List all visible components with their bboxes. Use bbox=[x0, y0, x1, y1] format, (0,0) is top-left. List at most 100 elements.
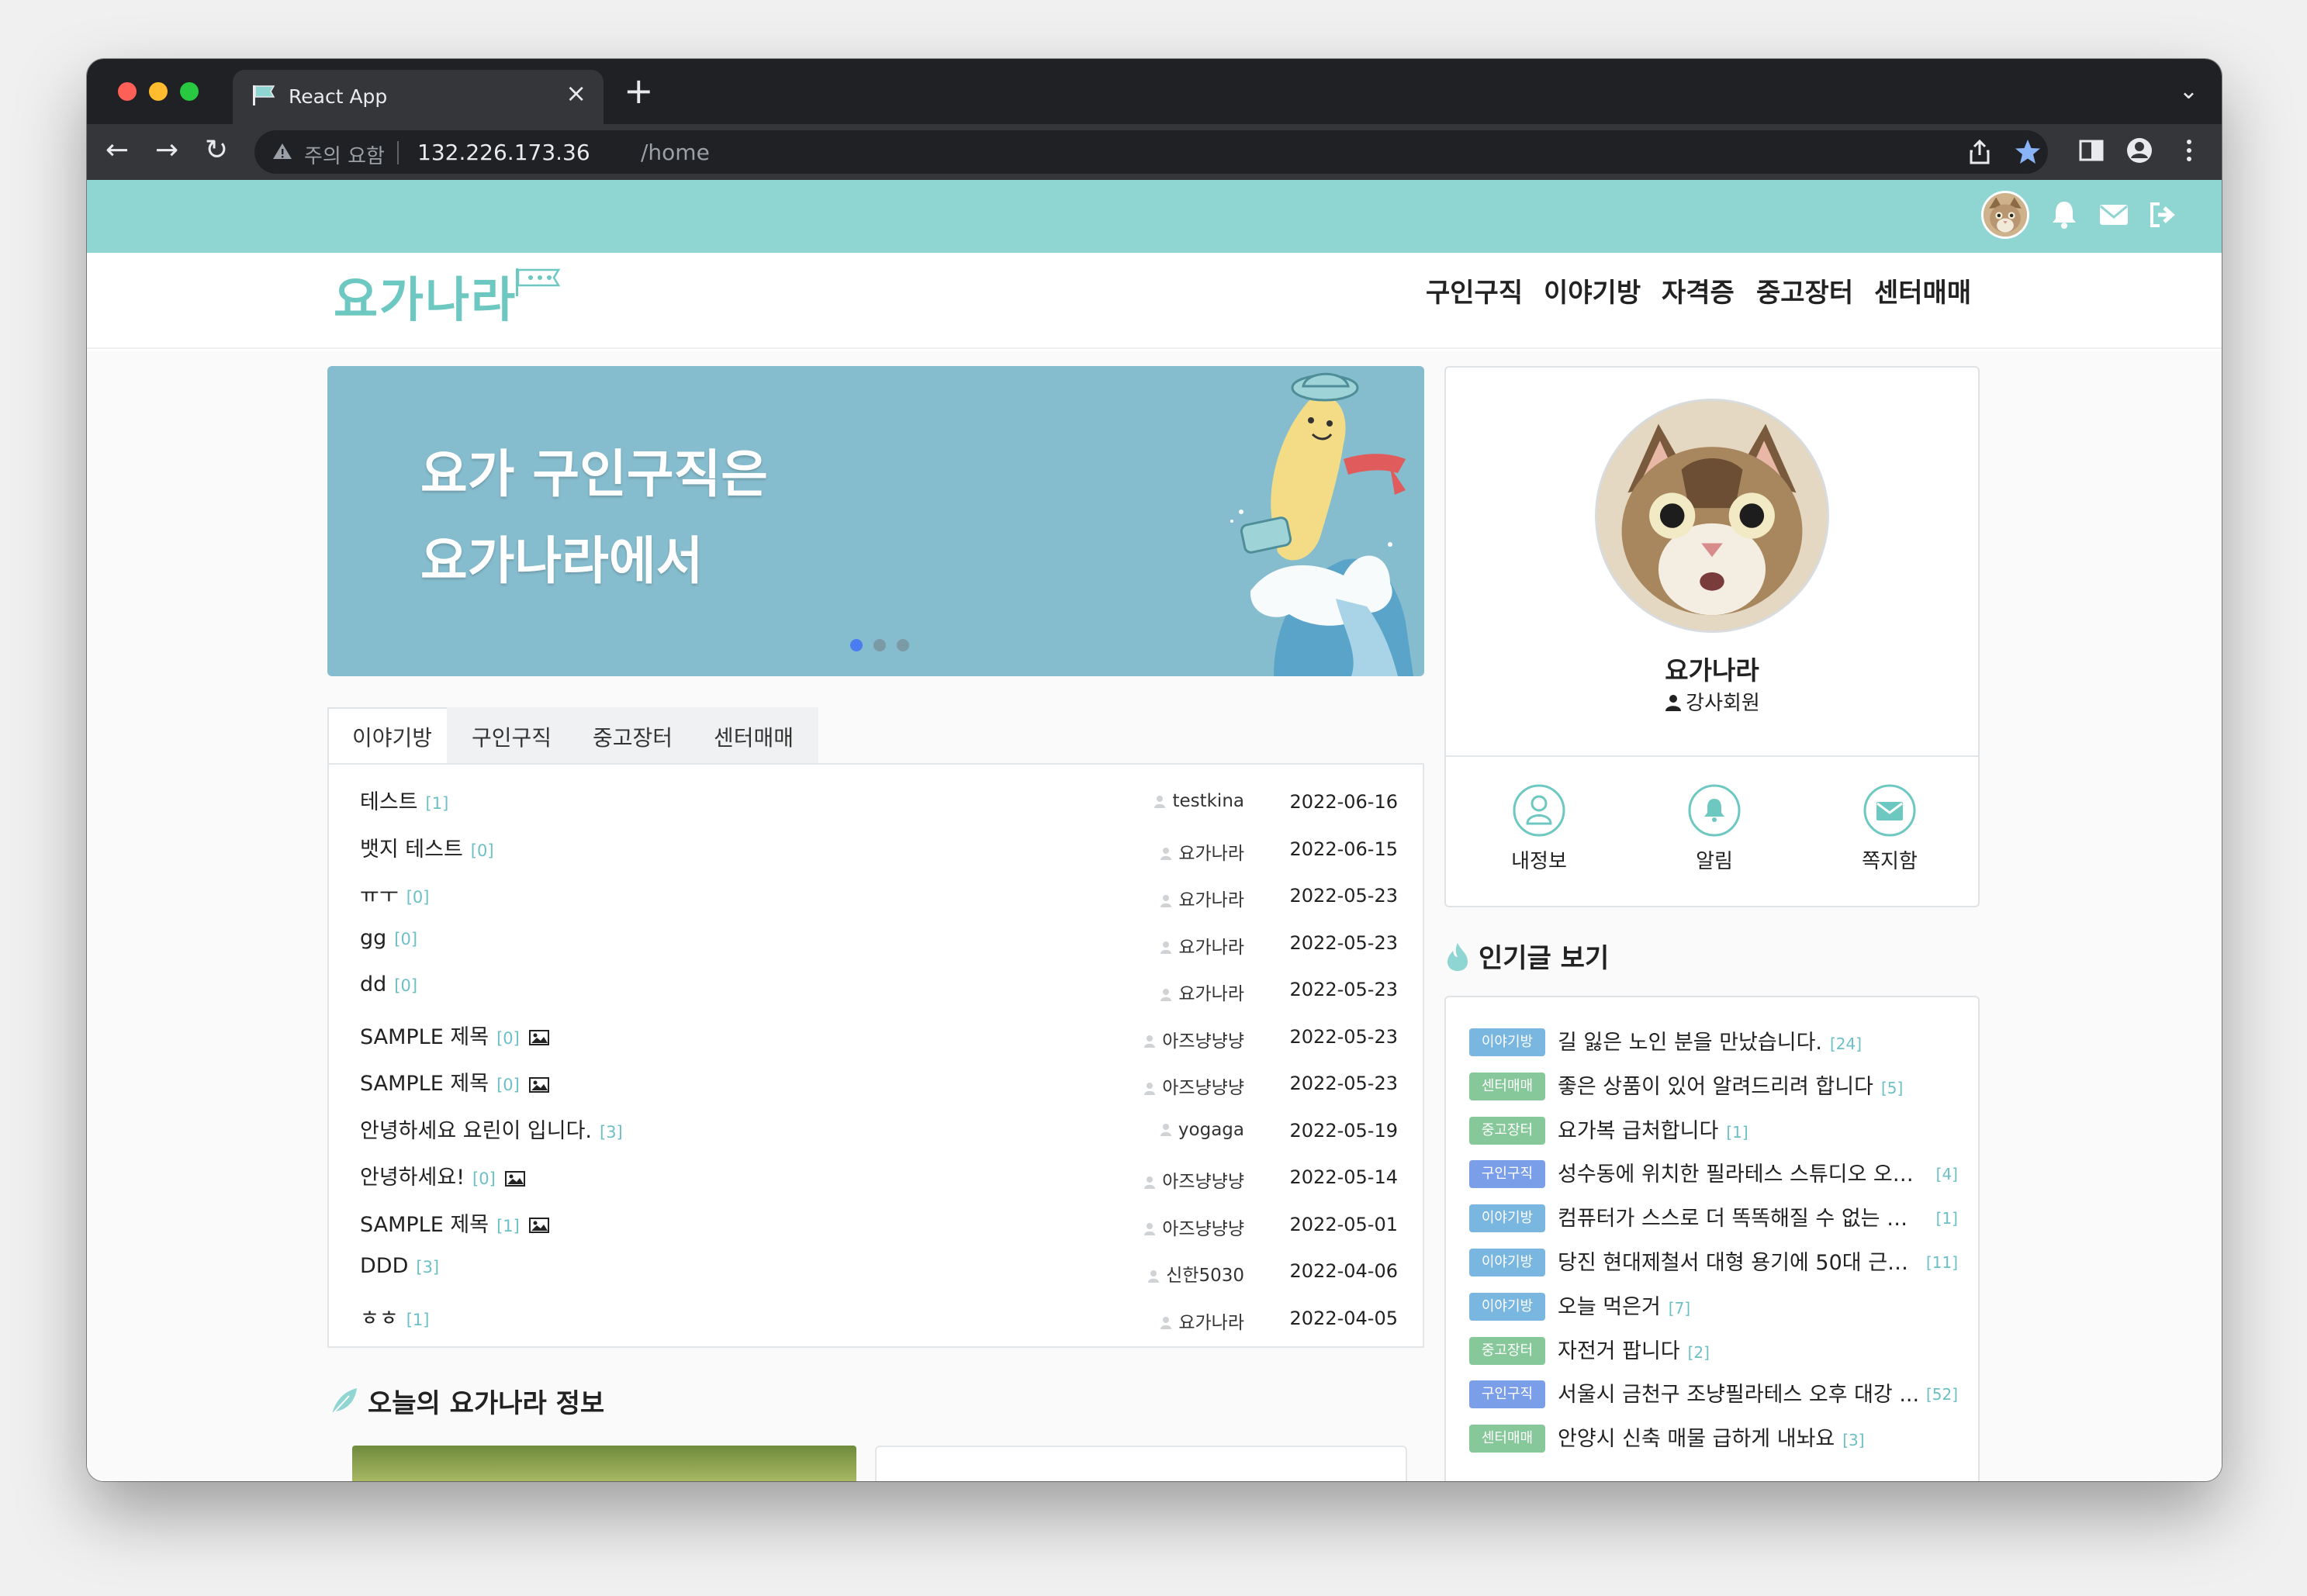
browser-tab[interactable]: React App × bbox=[233, 70, 604, 124]
tab-story-room[interactable]: 이야기방 bbox=[327, 707, 458, 766]
board-post-row[interactable]: SAMPLE 제목 [0] 아즈냥냥냥 2022-05-23 bbox=[360, 1014, 1398, 1059]
post-author[interactable]: 요가나라 bbox=[1043, 838, 1244, 865]
post-author-name[interactable]: 요가나라 bbox=[1178, 1313, 1244, 1333]
side-panel-icon[interactable] bbox=[2076, 135, 2107, 166]
post-title-text[interactable]: DDD bbox=[360, 1254, 408, 1278]
popular-post-title-text[interactable]: 컴퓨터가 스스로 더 똑똑해질 수 없는 이유... bbox=[1558, 1207, 1922, 1231]
profile-icon[interactable] bbox=[2124, 135, 2155, 166]
forward-button[interactable]: → bbox=[155, 132, 178, 169]
post-title[interactable]: ㅠㅜ [0] bbox=[360, 879, 429, 909]
post-author-name[interactable]: 아즈냥냥냥 bbox=[1162, 1172, 1244, 1192]
board-post-row[interactable]: dd [0] 요가나라 2022-05-23 bbox=[360, 966, 1398, 1011]
board-post-row[interactable]: SAMPLE 제목 [0] 아즈냥냥냥 2022-05-23 bbox=[360, 1060, 1398, 1105]
post-author[interactable]: testkina bbox=[1043, 791, 1244, 811]
popular-post-title-text[interactable]: 좋은 상품이 있어 알려드리려 합니다 bbox=[1558, 1075, 1873, 1099]
popular-post-title-text[interactable]: 안양시 신축 매물 급하게 내놔요 bbox=[1558, 1427, 1835, 1451]
popular-post-row[interactable]: 이야기방 당진 현대제철서 대형 용기에 50대 근로... [11] bbox=[1469, 1239, 1958, 1283]
post-title-text[interactable]: ㅠㅜ bbox=[360, 884, 399, 908]
popular-post-row[interactable]: 센터매매 좋은 상품이 있어 알려드리려 합니다 [5] bbox=[1469, 1063, 1958, 1107]
popular-post-title[interactable]: 오늘 먹은거 [7] bbox=[1558, 1290, 1690, 1320]
popular-post-title-text[interactable]: 길 잃은 노인 분을 만났습니다. bbox=[1558, 1031, 1822, 1055]
board-post-row[interactable]: DDD [3] 신한5030 2022-04-06 bbox=[360, 1248, 1398, 1293]
nav-story-room[interactable]: 이야기방 bbox=[1544, 271, 1641, 309]
new-tab-button[interactable]: + bbox=[624, 73, 654, 109]
post-title[interactable]: SAMPLE 제목 [0] bbox=[360, 1020, 549, 1050]
tab-close-button[interactable]: × bbox=[566, 81, 586, 105]
popular-post-row[interactable]: 중고장터 자전거 팝니다 [2] bbox=[1469, 1328, 1958, 1371]
carousel-dot-1[interactable] bbox=[850, 639, 863, 651]
tab-search-button[interactable]: ⌄ bbox=[2179, 78, 2198, 105]
post-title-text[interactable]: SAMPLE 제목 bbox=[360, 1025, 489, 1049]
post-title[interactable]: SAMPLE 제목 [0] bbox=[360, 1066, 549, 1097]
post-author[interactable]: 요가나라 bbox=[1043, 1308, 1244, 1334]
post-author-name[interactable]: 요가나라 bbox=[1178, 890, 1244, 910]
today-info-card[interactable] bbox=[875, 1446, 1407, 1481]
post-author-name[interactable]: yogaga bbox=[1178, 1120, 1244, 1140]
close-window-button[interactable] bbox=[118, 82, 137, 101]
popular-post-title[interactable]: 길 잃은 노인 분을 만났습니다. [24] bbox=[1558, 1025, 1862, 1055]
tab-jobs[interactable]: 구인구직 bbox=[447, 707, 577, 766]
board-post-row[interactable]: 안녕하세요! [0] 아즈냥냥냥 2022-05-14 bbox=[360, 1154, 1398, 1199]
nav-center-trade[interactable]: 센터매매 bbox=[1874, 271, 1971, 309]
post-author[interactable]: 아즈냥냥냥 bbox=[1043, 1166, 1244, 1193]
my-info-button[interactable]: 내정보 bbox=[1492, 783, 1586, 876]
post-title-text[interactable]: 뱃지 테스트 bbox=[360, 838, 463, 862]
post-title-text[interactable]: ㅎㅎ bbox=[360, 1307, 399, 1331]
url-host[interactable]: 132.226.173.36 bbox=[417, 140, 590, 165]
post-title-text[interactable]: SAMPLE 제목 bbox=[360, 1072, 489, 1096]
alerts-button[interactable]: 알림 bbox=[1668, 783, 1761, 876]
post-author-name[interactable]: testkina bbox=[1172, 791, 1244, 811]
post-author[interactable]: 아즈냥냥냥 bbox=[1043, 1214, 1244, 1240]
maximize-window-button[interactable] bbox=[180, 82, 199, 101]
popular-post-title[interactable]: 당진 현대제철서 대형 용기에 50대 근로... bbox=[1558, 1245, 1922, 1276]
url-path[interactable]: /home bbox=[641, 140, 710, 165]
post-title-text[interactable]: 안녕하세요 요린이 입니다. bbox=[360, 1119, 592, 1143]
popular-post-title-text[interactable]: 성수동에 위치한 필라테스 스튜디오 오후 ... bbox=[1558, 1162, 1922, 1187]
popular-post-title[interactable]: 서울시 금천구 조냥필라테스 오후 대강 ... bbox=[1558, 1377, 1919, 1408]
board-post-row[interactable]: 테스트 [1] testkina 2022-06-16 bbox=[360, 779, 1398, 824]
carousel-dot-3[interactable] bbox=[897, 639, 909, 651]
hero-banner[interactable]: 요가 구인구직은 요가나라에서 bbox=[327, 366, 1424, 676]
logout-icon[interactable] bbox=[2146, 197, 2181, 233]
user-avatar[interactable] bbox=[1981, 191, 2029, 239]
profile-avatar[interactable] bbox=[1595, 399, 1829, 633]
carousel-dot-2[interactable] bbox=[873, 639, 886, 651]
post-author[interactable]: 아즈냥냥냥 bbox=[1043, 1073, 1244, 1099]
popular-post-title-text[interactable]: 서울시 금천구 조냥필라테스 오후 대강 ... bbox=[1558, 1383, 1919, 1407]
tab-second-hand[interactable]: 중고장터 bbox=[568, 707, 698, 766]
post-title[interactable]: DDD [3] bbox=[360, 1254, 439, 1278]
board-post-row[interactable]: ㅎㅎ [1] 요가나라 2022-04-05 bbox=[360, 1295, 1398, 1340]
popular-post-title-text[interactable]: 자전거 팝니다 bbox=[1558, 1339, 1680, 1363]
popular-post-row[interactable]: 센터매매 안양시 신축 매물 급하게 내놔요 [3] bbox=[1469, 1415, 1958, 1459]
post-author[interactable]: 아즈냥냥냥 bbox=[1043, 1026, 1244, 1052]
post-title[interactable]: 안녕하세요 요린이 입니다. [3] bbox=[360, 1114, 623, 1144]
post-title[interactable]: ㅎㅎ [1] bbox=[360, 1301, 429, 1332]
post-author[interactable]: 요가나라 bbox=[1043, 885, 1244, 911]
post-author-name[interactable]: 아즈냥냥냥 bbox=[1162, 1219, 1244, 1239]
bell-icon[interactable] bbox=[2046, 197, 2082, 233]
post-title[interactable]: dd [0] bbox=[360, 972, 417, 997]
nav-jobs[interactable]: 구인구직 bbox=[1426, 271, 1523, 309]
post-title-text[interactable]: 안녕하세요! bbox=[360, 1166, 465, 1190]
post-author[interactable]: 신한5030 bbox=[1043, 1260, 1244, 1287]
nav-certificates[interactable]: 자격증 bbox=[1662, 271, 1735, 309]
post-author-name[interactable]: 아즈냥냥냥 bbox=[1162, 1031, 1244, 1052]
popular-post-row[interactable]: 구인구직 서울시 금천구 조냥필라테스 오후 대강 ... [52] bbox=[1469, 1371, 1958, 1415]
popular-post-row[interactable]: 구인구직 성수동에 위치한 필라테스 스튜디오 오후 ... [4] bbox=[1469, 1151, 1958, 1194]
popular-post-title[interactable]: 자전거 팝니다 [2] bbox=[1558, 1334, 1710, 1364]
post-author[interactable]: yogaga bbox=[1043, 1120, 1244, 1140]
popular-post-title-text[interactable]: 오늘 먹은거 bbox=[1558, 1295, 1661, 1319]
post-title-text[interactable]: SAMPLE 제목 bbox=[360, 1213, 489, 1237]
site-logo[interactable]: 요가나라 bbox=[334, 261, 517, 330]
popular-post-row[interactable]: 중고장터 요가복 급처합니다 [1] bbox=[1469, 1107, 1958, 1151]
tab-center-trade[interactable]: 센터매매 bbox=[689, 707, 819, 766]
post-author[interactable]: 요가나라 bbox=[1043, 932, 1244, 959]
popular-post-title[interactable]: 컴퓨터가 스스로 더 똑똑해질 수 없는 이유... bbox=[1558, 1201, 1922, 1232]
popular-post-title-text[interactable]: 요가복 급처합니다 bbox=[1558, 1119, 1718, 1143]
board-post-row[interactable]: gg [0] 요가나라 2022-05-23 bbox=[360, 920, 1398, 965]
post-author[interactable]: 요가나라 bbox=[1043, 979, 1244, 1005]
warning-icon[interactable] bbox=[272, 140, 293, 162]
popular-post-row[interactable]: 이야기방 길 잃은 노인 분을 만났습니다. [24] bbox=[1469, 1019, 1958, 1062]
post-title[interactable]: gg [0] bbox=[360, 926, 417, 950]
more-menu-icon[interactable] bbox=[2174, 135, 2205, 166]
